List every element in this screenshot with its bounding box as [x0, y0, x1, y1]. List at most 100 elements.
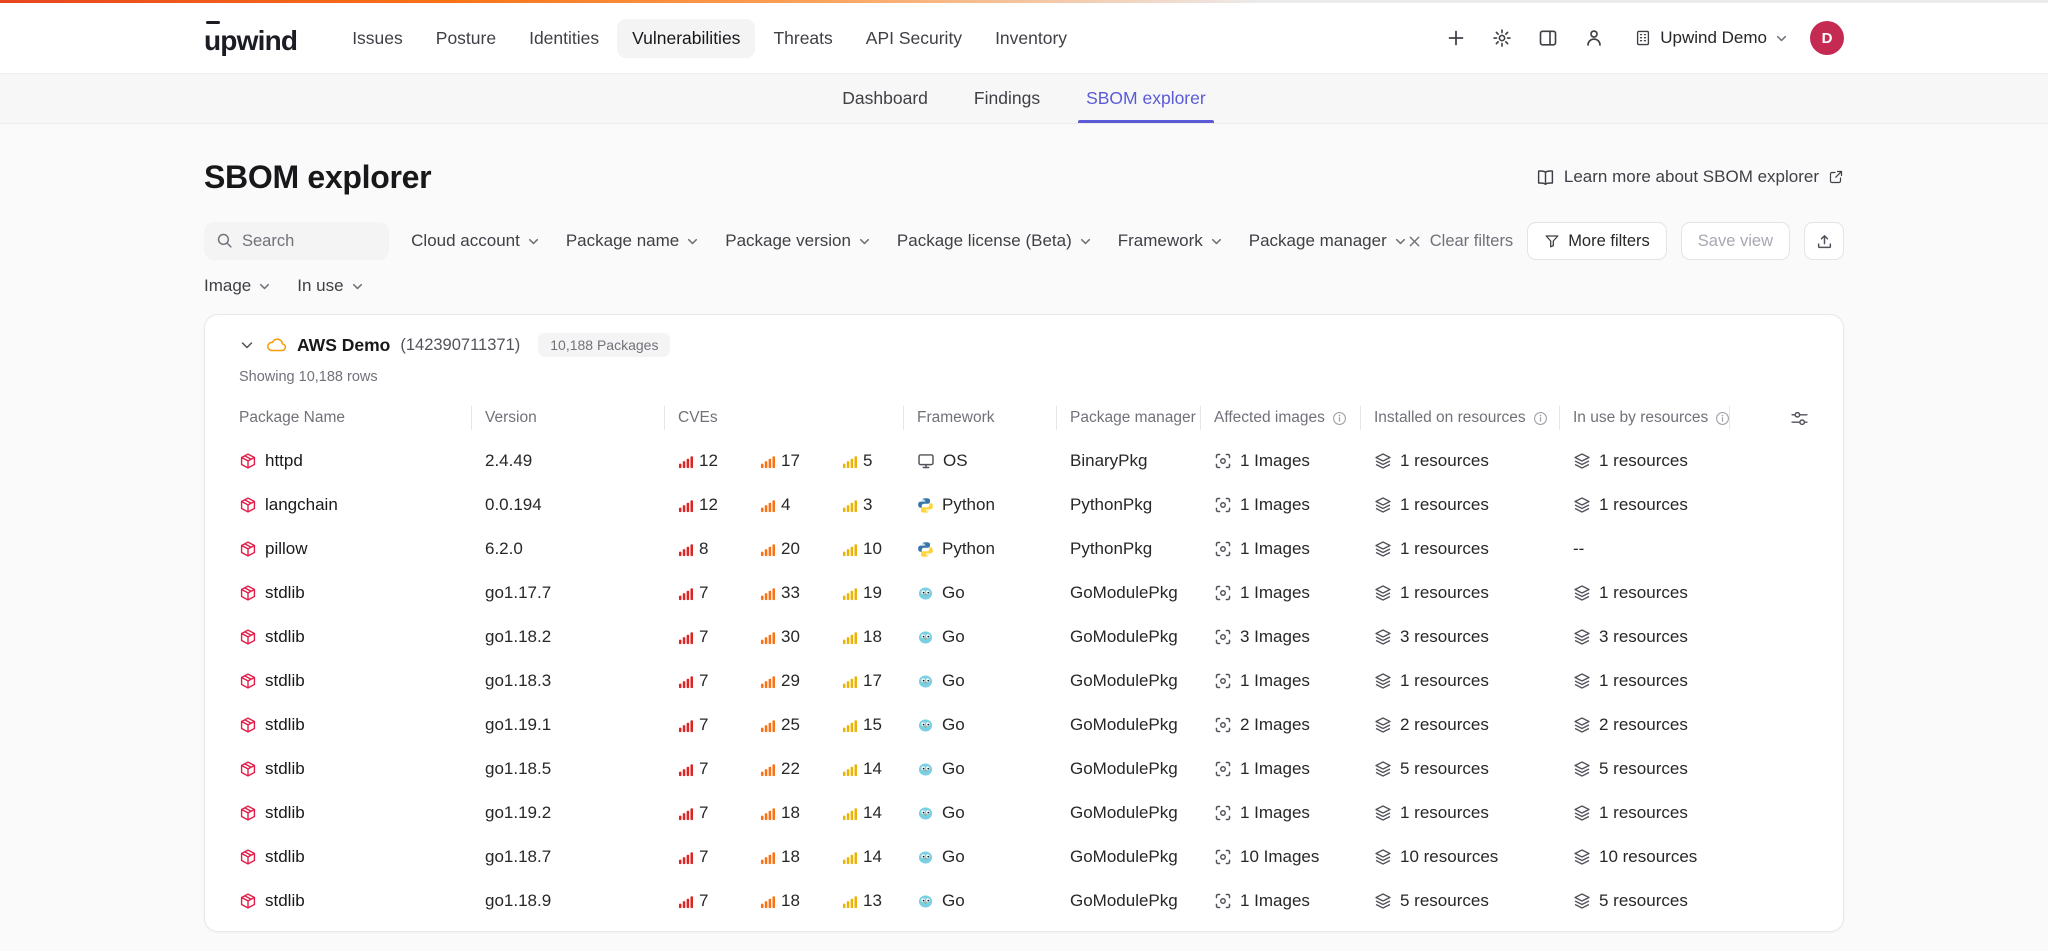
chevron-down-icon[interactable]	[239, 337, 255, 353]
nav-vulnerabilities[interactable]: Vulnerabilities	[617, 19, 755, 58]
col-in-use-by-resources[interactable]: In use by resources	[1573, 409, 1743, 427]
table-row[interactable]: stdlib go1.18.3 7 29 17 Go GoModulePkg 1…	[239, 659, 1809, 703]
in-use-by-resources-cell: 3 resources	[1573, 627, 1743, 647]
affected-images-value: 1 Images	[1240, 891, 1310, 911]
column-label: Installed on resources	[1374, 409, 1526, 427]
cve-high: 30	[760, 627, 834, 647]
package-version: go1.19.1	[485, 715, 551, 735]
nav-api-security[interactable]: API Security	[851, 19, 977, 58]
package-manager: PythonPkg	[1070, 539, 1152, 559]
table-row[interactable]: stdlib go1.19.2 7 18 14 Go GoModulePkg 1…	[239, 791, 1809, 835]
table-row[interactable]: stdlib go1.18.2 7 30 18 Go GoModulePkg 3…	[239, 615, 1809, 659]
package-manager-cell: BinaryPkg	[1070, 451, 1214, 471]
table-row[interactable]: pillow 6.2.0 8 20 10 Python PythonPkg 1 …	[239, 527, 1809, 571]
chevron-down-icon	[1210, 235, 1223, 248]
person-icon[interactable]	[1582, 26, 1606, 50]
nav-posture[interactable]: Posture	[421, 19, 511, 58]
framework-label: Go	[942, 583, 965, 603]
col-installed-on-resources[interactable]: Installed on resources	[1374, 409, 1573, 427]
cve-critical: 7	[678, 671, 752, 691]
nav-threats[interactable]: Threats	[758, 19, 847, 58]
framework-cell: Go	[917, 671, 1070, 691]
cve-medium: 17	[842, 671, 916, 691]
col-affected-images[interactable]: Affected images	[1214, 409, 1374, 427]
framework-cell: Go	[917, 583, 1070, 603]
cve-medium: 14	[842, 803, 916, 823]
affected-images-cell: 1 Images	[1214, 803, 1374, 823]
table-row[interactable]: stdlib go1.17.7 7 33 19 Go GoModulePkg 1…	[239, 571, 1809, 615]
high-count: 22	[781, 759, 800, 779]
filter-cloud-account[interactable]: Cloud account	[411, 231, 540, 251]
installed-on-resources-cell: 3 resources	[1374, 627, 1573, 647]
nav-issues[interactable]: Issues	[337, 19, 418, 58]
cve-critical: 7	[678, 715, 752, 735]
critical-count: 7	[699, 891, 708, 911]
col-framework[interactable]: Framework	[917, 409, 1070, 427]
info-icon[interactable]	[1332, 411, 1347, 426]
export-button[interactable]	[1804, 222, 1844, 260]
filter-package-name[interactable]: Package name	[566, 231, 699, 251]
nav-inventory[interactable]: Inventory	[980, 19, 1082, 58]
package-manager-cell: GoModulePkg	[1070, 891, 1214, 911]
results-card: AWS Demo (142390711371) 10,188 Packages …	[204, 314, 1844, 932]
severity-critical-icon	[678, 454, 693, 469]
nav-identities[interactable]: Identities	[514, 19, 614, 58]
group-header[interactable]: AWS Demo (142390711371) 10,188 Packages	[239, 333, 1809, 357]
in-use-by-value: 5 resources	[1599, 759, 1688, 779]
installed-on-value: 1 resources	[1400, 583, 1489, 603]
tab-sbom-explorer[interactable]: SBOM explorer	[1086, 74, 1206, 123]
filter-label: Framework	[1118, 231, 1203, 251]
upwind-logo[interactable]: upwind	[204, 20, 297, 57]
x-icon	[1407, 234, 1422, 249]
col-version[interactable]: Version	[485, 409, 678, 427]
framework-label: Go	[942, 671, 965, 691]
table-row[interactable]: stdlib go1.18.7 7 18 14 Go GoModulePkg 1…	[239, 835, 1809, 879]
installed-on-value: 5 resources	[1400, 759, 1489, 779]
severity-medium-icon	[842, 718, 857, 733]
package-manager: GoModulePkg	[1070, 759, 1178, 779]
table-row[interactable]: langchain 0.0.194 12 4 3 Python PythonPk…	[239, 483, 1809, 527]
severity-medium-icon	[842, 850, 857, 865]
showing-rows-text: Showing 10,188 rows	[239, 369, 1809, 385]
affected-images-cell: 1 Images	[1214, 891, 1374, 911]
col-package-name[interactable]: Package Name	[239, 409, 485, 427]
save-view-button[interactable]: Save view	[1681, 222, 1790, 260]
search-icon	[216, 232, 233, 249]
package-name: stdlib	[265, 583, 305, 603]
cves-cell: 7 18 14	[678, 803, 917, 823]
filter-image[interactable]: Image	[204, 276, 271, 296]
col-package-manager[interactable]: Package manager	[1070, 409, 1214, 427]
table-row[interactable]: httpd 2.4.49 12 17 5 OS BinaryPkg 1 Imag…	[239, 439, 1809, 483]
high-count: 25	[781, 715, 800, 735]
medium-count: 14	[863, 759, 882, 779]
layout-columns-icon[interactable]	[1536, 26, 1560, 50]
plus-icon[interactable]	[1444, 26, 1468, 50]
col-cves[interactable]: CVEs	[678, 409, 917, 427]
filter-in-use[interactable]: In use	[297, 276, 363, 296]
medium-count: 13	[863, 891, 882, 911]
package-manager: GoModulePkg	[1070, 583, 1178, 603]
installed-on-resources-cell: 1 resources	[1374, 539, 1573, 559]
filter-package-manager[interactable]: Package manager	[1249, 231, 1407, 251]
filter-package-license-beta[interactable]: Package license (Beta)	[897, 231, 1092, 251]
org-switcher[interactable]: Upwind Demo	[1634, 28, 1788, 48]
cve-high: 20	[760, 539, 834, 559]
column-settings-icon[interactable]	[1790, 409, 1809, 428]
info-icon[interactable]	[1533, 411, 1548, 426]
cve-medium: 3	[842, 495, 916, 515]
filter-package-version[interactable]: Package version	[725, 231, 871, 251]
in-use-by-value: 1 resources	[1599, 583, 1688, 603]
table-row[interactable]: stdlib go1.18.5 7 22 14 Go GoModulePkg 1…	[239, 747, 1809, 791]
learn-more-link[interactable]: Learn more about SBOM explorer	[1536, 167, 1844, 187]
more-filters-button[interactable]: More filters	[1527, 222, 1667, 260]
framework-cell: Go	[917, 759, 1070, 779]
table-row[interactable]: stdlib go1.18.9 7 18 13 Go GoModulePkg 1…	[239, 879, 1809, 923]
tab-findings[interactable]: Findings	[974, 74, 1040, 123]
table-row[interactable]: stdlib go1.19.1 7 25 15 Go GoModulePkg 2…	[239, 703, 1809, 747]
gear-icon[interactable]	[1490, 26, 1514, 50]
in-use-by-resources-cell: 1 resources	[1573, 671, 1743, 691]
tab-dashboard[interactable]: Dashboard	[842, 74, 928, 123]
filter-framework[interactable]: Framework	[1118, 231, 1223, 251]
clear-filters-button[interactable]: Clear filters	[1407, 232, 1513, 251]
avatar[interactable]: D	[1810, 21, 1844, 55]
